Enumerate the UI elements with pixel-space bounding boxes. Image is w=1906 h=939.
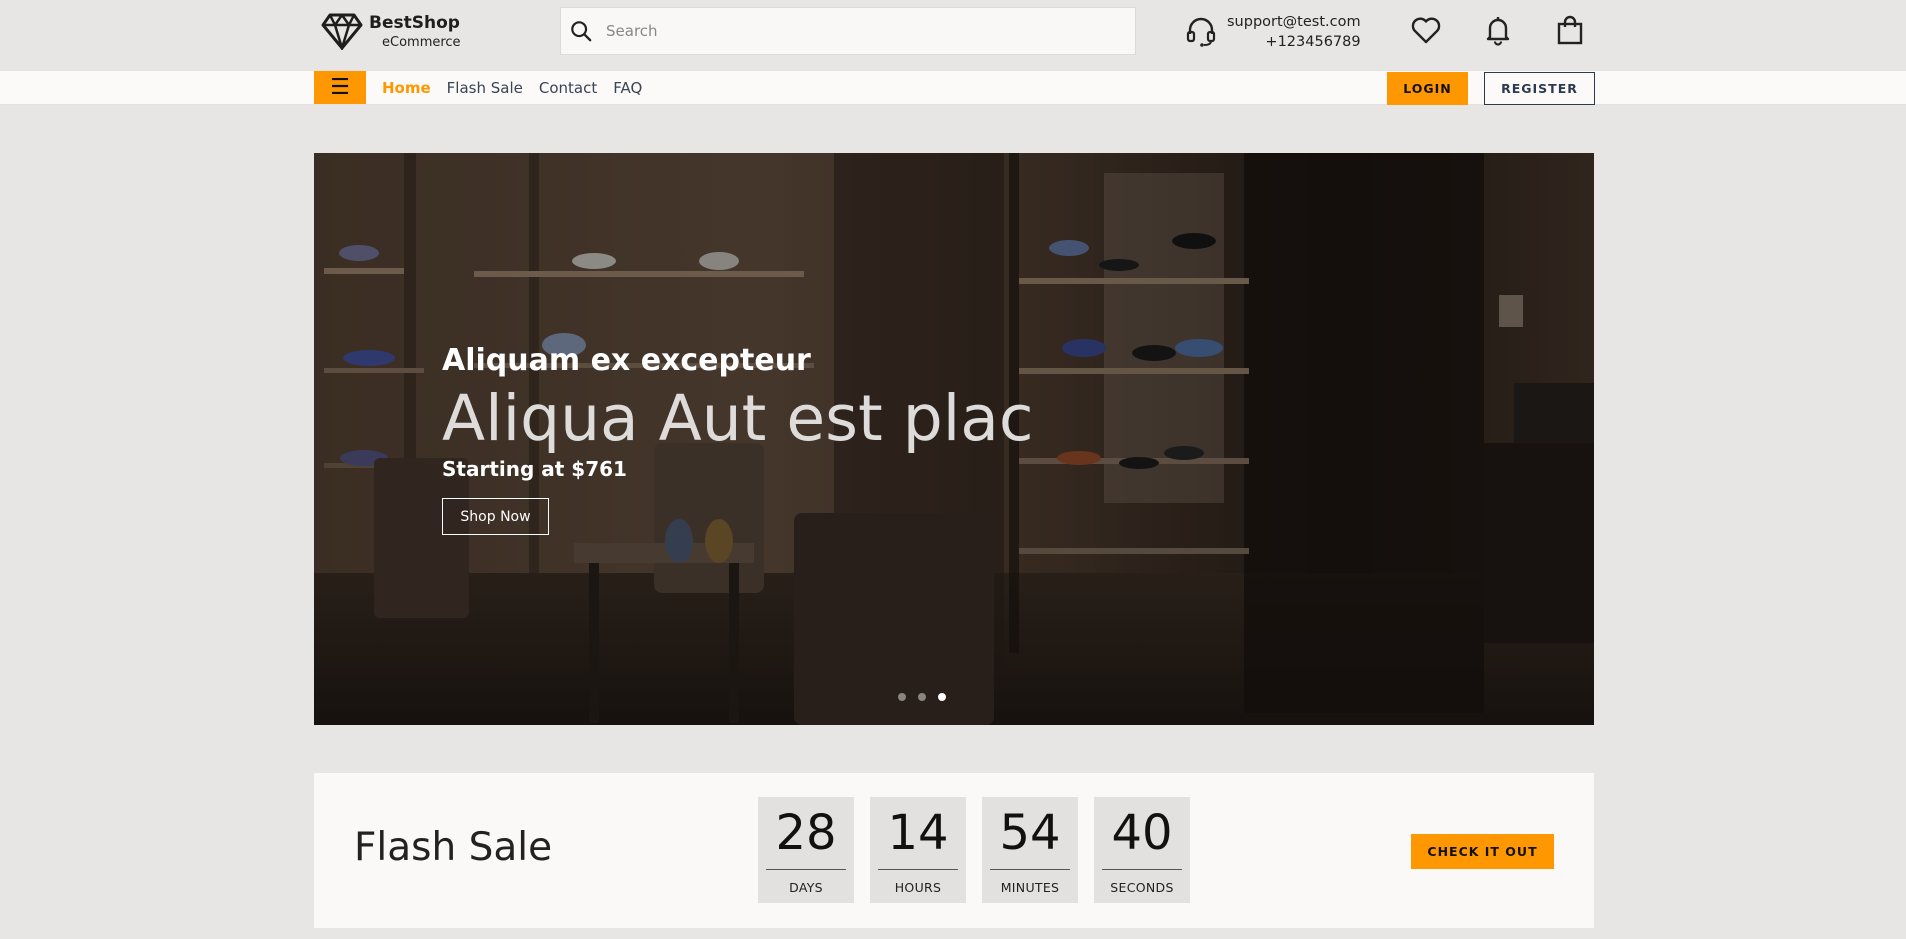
nav-link-contact[interactable]: Contact [539,79,597,97]
nav-link-flash-sale[interactable]: Flash Sale [447,79,523,97]
divider [878,869,958,870]
countdown-days-value: 28 [775,805,837,861]
main-nav: ☰ Home Flash Sale Contact FAQ LOGIN REGI… [0,70,1906,105]
countdown-seconds-label: SECONDS [1110,880,1174,895]
brand-name: BestShop [369,13,460,33]
headset-icon [1186,17,1216,47]
countdown-minutes-label: MINUTES [1000,880,1060,895]
hero-content: Aliquam ex excepteur Aliqua Aut est plac… [442,341,1033,535]
nav-link-home[interactable]: Home [382,79,431,97]
hero-price: Starting at $761 [442,457,627,481]
countdown-seconds: 40 SECONDS [1094,797,1190,903]
countdown-hours-value: 14 [887,805,949,861]
heart-icon [1411,17,1441,44]
countdown-minutes: 54 MINUTES [982,797,1078,903]
countdown-seconds-value: 40 [1111,805,1173,861]
support-email[interactable]: support@test.com [1227,12,1361,32]
login-button[interactable]: LOGIN [1387,72,1468,105]
support-contact: support@test.com +123456789 [1185,12,1361,52]
nav-link-faq[interactable]: FAQ [613,79,642,97]
countdown-hours-label: HOURS [894,880,942,895]
bell-icon [1486,17,1510,46]
search-input[interactable] [606,22,1135,40]
hero-kicker: Aliquam ex excepteur [442,343,811,378]
countdown-days: 28 DAYS [758,797,854,903]
search-icon[interactable] [570,20,592,42]
hero-carousel: Aliquam ex excepteur Aliqua Aut est plac… [314,153,1594,725]
check-it-out-button[interactable]: CHECK IT OUT [1411,834,1554,869]
carousel-dots [898,693,958,701]
carousel-dot-1[interactable] [898,693,906,701]
nav-links: Home Flash Sale Contact FAQ [382,71,658,104]
brand-tagline: eCommerce [382,35,461,50]
divider [990,869,1070,870]
countdown-minutes-value: 54 [999,805,1061,861]
menu-button[interactable]: ☰ [314,71,366,104]
flash-sale-banner: Flash Sale 28 DAYS 14 HOURS 54 MINUTES 4… [314,773,1594,928]
search-bar [560,7,1136,55]
divider [766,869,846,870]
flash-sale-title: Flash Sale [354,825,553,870]
wishlist-button[interactable] [1410,14,1442,46]
countdown-days-label: DAYS [789,880,823,895]
shopping-bag-icon [1557,15,1583,45]
divider [1102,869,1182,870]
carousel-dot-2[interactable] [918,693,926,701]
notifications-button[interactable] [1482,14,1514,46]
cart-button[interactable] [1554,14,1586,46]
brand[interactable]: BestShop eCommerce [321,12,461,52]
diamond-logo-icon [321,13,363,50]
hero-title: Aliqua Aut est plac [442,382,1034,455]
countdown-hours: 14 HOURS [870,797,966,903]
shop-now-button[interactable]: Shop Now [442,498,549,535]
support-phone[interactable]: +123456789 [1227,32,1360,52]
top-header: BestShop eCommerce support@test.com +123… [0,0,1906,70]
hamburger-icon: ☰ [330,74,350,100]
register-button[interactable]: REGISTER [1484,72,1595,105]
carousel-dot-3[interactable] [938,693,946,701]
